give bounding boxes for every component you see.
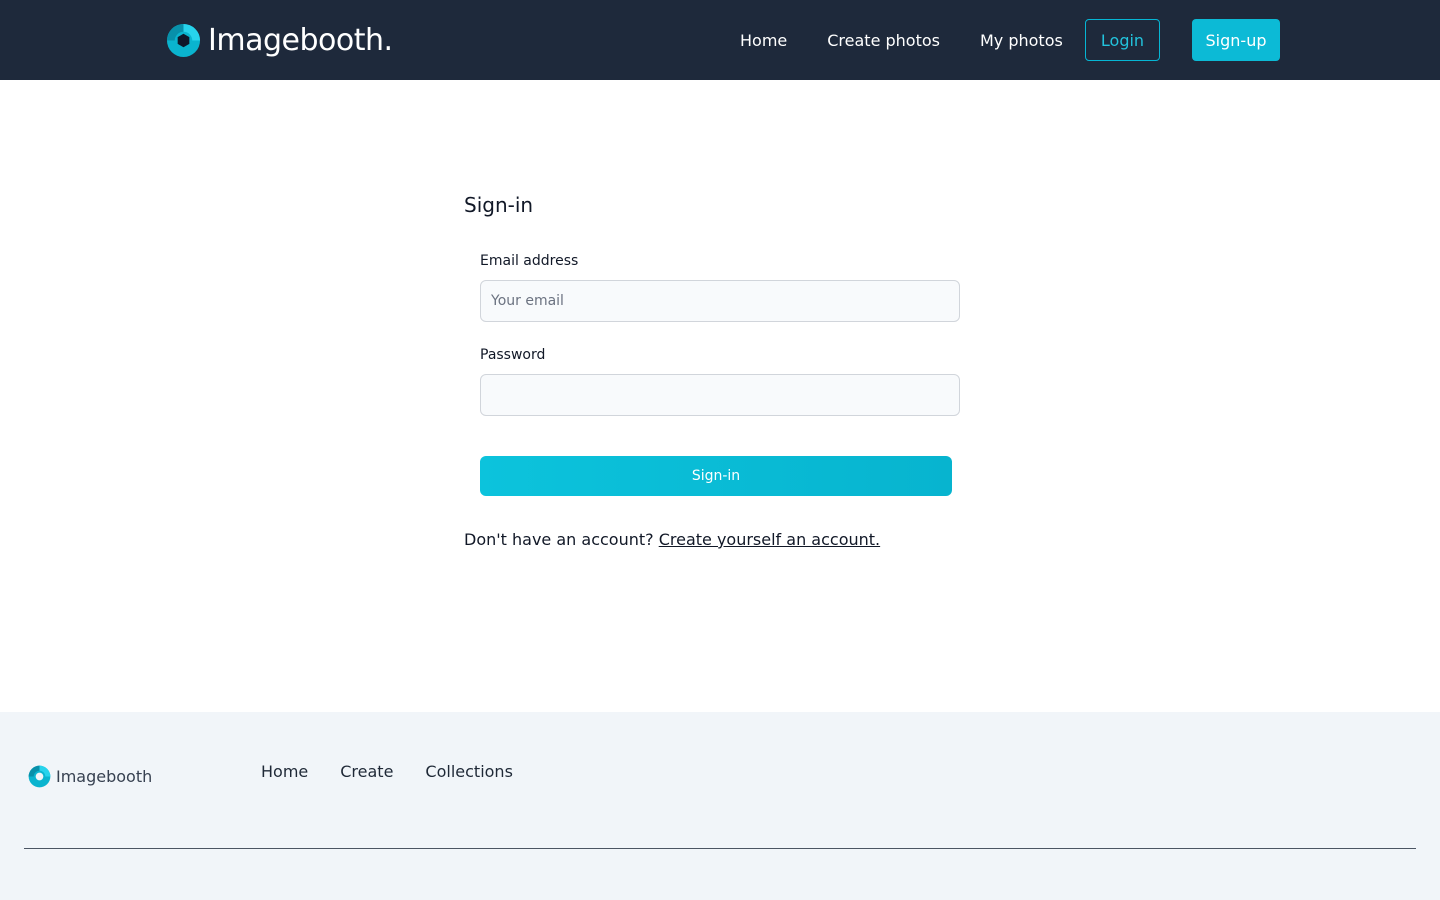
signup-button[interactable]: Sign-up bbox=[1192, 19, 1280, 61]
signup-prompt-text: Don't have an account? bbox=[464, 530, 659, 549]
nav-create-photos[interactable]: Create photos bbox=[827, 31, 940, 50]
footer-divider bbox=[24, 848, 1416, 849]
create-account-link[interactable]: Create yourself an account. bbox=[659, 530, 880, 549]
footer-nav-collections[interactable]: Collections bbox=[425, 762, 512, 781]
page-title: Sign-in bbox=[464, 193, 534, 217]
main-nav: Home Create photos My photos bbox=[740, 0, 1103, 80]
footer-nav-create[interactable]: Create bbox=[340, 762, 393, 781]
nav-my-photos[interactable]: My photos bbox=[980, 31, 1063, 50]
brand-name: Imagebooth. bbox=[208, 22, 393, 58]
signup-prompt: Don't have an account? Create yourself a… bbox=[464, 530, 880, 549]
signin-submit-button[interactable]: Sign-in bbox=[480, 456, 952, 496]
brand-link[interactable]: Imagebooth. bbox=[166, 21, 393, 59]
email-field[interactable] bbox=[480, 280, 960, 322]
password-label: Password bbox=[480, 347, 546, 363]
login-button[interactable]: Login bbox=[1085, 19, 1160, 61]
footer-nav-home[interactable]: Home bbox=[261, 762, 308, 781]
password-field[interactable] bbox=[480, 374, 960, 416]
top-navbar: Imagebooth. Home Create photos My photos… bbox=[0, 0, 1440, 80]
footer: Imagebooth Home Create Collections bbox=[0, 712, 1440, 900]
email-label: Email address bbox=[480, 253, 579, 269]
aperture-logo-icon bbox=[28, 765, 51, 788]
nav-home[interactable]: Home bbox=[740, 31, 787, 50]
footer-brand-name: Imagebooth bbox=[56, 767, 153, 786]
footer-brand[interactable]: Imagebooth bbox=[28, 765, 152, 788]
footer-nav: Home Create Collections bbox=[261, 762, 513, 781]
aperture-logo-icon bbox=[166, 23, 201, 57]
